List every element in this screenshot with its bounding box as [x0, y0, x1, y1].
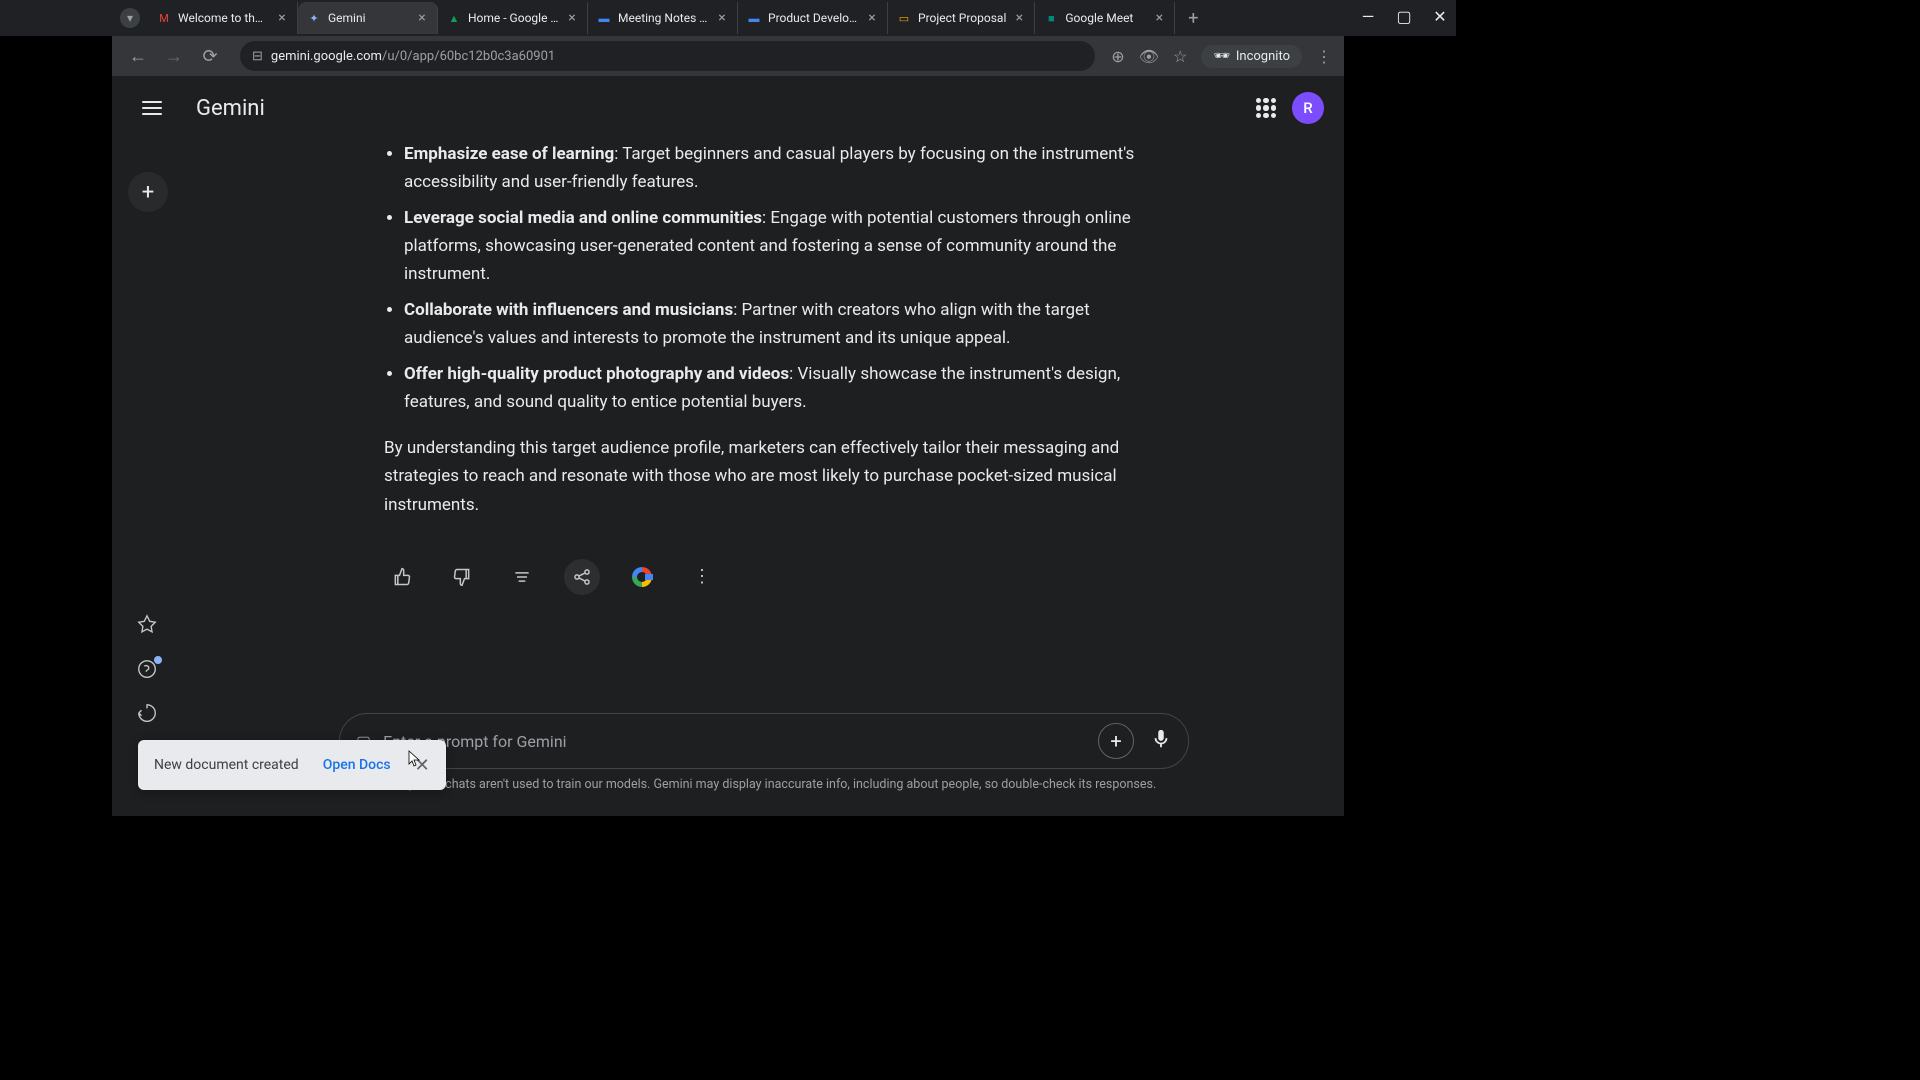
zoom-icon[interactable]: ⊕: [1111, 47, 1124, 66]
close-icon[interactable]: ×: [1012, 11, 1026, 25]
toast-close-button[interactable]: ✕: [415, 755, 430, 776]
tab-title: Home - Google Dri: [468, 11, 559, 25]
bullet-item: Offer high-quality product photography a…: [404, 360, 1144, 416]
close-icon[interactable]: ×: [1152, 11, 1166, 25]
browser-tab-strip: ▾ M Welcome to the Te × ✦ Gemini × ▲ Hom…: [0, 0, 1456, 36]
bookmark-icon[interactable]: ☆: [1173, 47, 1187, 66]
bullet-item: Collaborate with influencers and musicia…: [404, 296, 1144, 352]
response-text: Emphasize ease of learning: Target begin…: [384, 140, 1144, 595]
tab-title: Product Developm: [768, 11, 859, 25]
gemini-icon: ✦: [306, 10, 322, 26]
prompt-placeholder: Enter a prompt for Gemini: [383, 732, 1086, 751]
app-viewport: Gemini R + Emphasize ease of learning:: [112, 76, 1344, 816]
docs-icon: ▬: [596, 10, 612, 26]
meet-icon: ■: [1043, 10, 1059, 26]
tab-project-proposal[interactable]: ▭ Project Proposal ×: [888, 2, 1035, 34]
toast-notification: New document created Open Docs ✕: [138, 740, 446, 790]
activity-button[interactable]: [136, 702, 160, 726]
account-avatar[interactable]: R: [1292, 92, 1324, 124]
hamburger-icon: [142, 101, 162, 115]
new-chat-button[interactable]: +: [128, 172, 168, 212]
tab-title: Welcome to the Te: [178, 11, 269, 25]
thumbs-up-button[interactable]: [384, 559, 420, 595]
toast-message: New document created: [154, 757, 299, 773]
prompt-input[interactable]: ▢ Enter a prompt for Gemini +: [339, 713, 1189, 769]
google-apps-button[interactable]: [1256, 98, 1276, 118]
notification-dot: [154, 656, 162, 664]
add-attachment-button[interactable]: +: [1098, 723, 1134, 759]
tab-meeting-notes[interactable]: ▬ Meeting Notes - G ×: [588, 2, 738, 34]
new-tab-button[interactable]: +: [1179, 4, 1207, 32]
incognito-badge[interactable]: 🕶 Incognito: [1201, 45, 1302, 68]
forward-button[interactable]: →: [160, 42, 188, 70]
site-info-icon[interactable]: ⊟: [252, 49, 263, 64]
gem-manager-button[interactable]: [136, 614, 160, 638]
url-text: gemini.google.com/u/0/app/60bc12b0c3a609…: [271, 49, 555, 64]
incognito-icon: 🕶: [1213, 49, 1230, 64]
address-bar: ← → ⟳ ⊟ gemini.google.com/u/0/app/60bc12…: [112, 36, 1344, 76]
response-actions: ⋮: [384, 559, 1144, 595]
tracking-icon[interactable]: 👁: [1139, 47, 1159, 66]
gmail-icon: M: [156, 10, 172, 26]
more-icon: ⋮: [693, 562, 711, 592]
close-icon[interactable]: ×: [275, 11, 289, 25]
tab-google-meet[interactable]: ■ Google Meet ×: [1035, 2, 1175, 34]
close-icon[interactable]: ×: [865, 11, 879, 25]
share-button[interactable]: [564, 559, 600, 595]
docs-icon: ▬: [746, 10, 762, 26]
close-icon[interactable]: ×: [565, 11, 579, 25]
close-icon[interactable]: ×: [415, 11, 429, 25]
bullet-item: Emphasize ease of learning: Target begin…: [404, 140, 1144, 196]
close-icon[interactable]: ×: [715, 11, 729, 25]
tab-search-dropdown[interactable]: ▾: [120, 8, 140, 28]
more-options-button[interactable]: ⋮: [684, 559, 720, 595]
thumbs-down-button[interactable]: [444, 559, 480, 595]
google-icon: [632, 567, 652, 587]
tab-welcome[interactable]: M Welcome to the Te ×: [148, 2, 298, 34]
tab-title: Project Proposal: [918, 11, 1006, 25]
tab-title: Google Meet: [1065, 11, 1146, 25]
closing-paragraph: By understanding this target audience pr…: [384, 434, 1144, 518]
apps-grid-icon: [1256, 98, 1276, 118]
close-window-button[interactable]: ✕: [1432, 8, 1448, 24]
tab-gemini[interactable]: ✦ Gemini ×: [298, 2, 438, 34]
url-input[interactable]: ⊟ gemini.google.com/u/0/app/60bc12b0c3a6…: [240, 41, 1095, 71]
main-menu-button[interactable]: [132, 88, 172, 128]
slides-icon: ▭: [896, 10, 912, 26]
sidebar-bottom: [112, 614, 184, 726]
incognito-label: Incognito: [1236, 49, 1290, 64]
minimize-button[interactable]: —: [1360, 8, 1376, 24]
chat-content: Emphasize ease of learning: Target begin…: [184, 140, 1344, 696]
tab-product-dev[interactable]: ▬ Product Developm ×: [738, 2, 888, 34]
tab-title: Meeting Notes - G: [618, 11, 709, 25]
app-header: Gemini R: [112, 76, 1344, 140]
browser-menu-icon[interactable]: ⋮: [1316, 47, 1332, 66]
back-button[interactable]: ←: [124, 42, 152, 70]
tab-title: Gemini: [328, 11, 409, 25]
help-button[interactable]: [136, 658, 160, 682]
maximize-button[interactable]: ▢: [1396, 8, 1412, 24]
modify-response-button[interactable]: [504, 559, 540, 595]
tab-drive[interactable]: ▲ Home - Google Dri ×: [438, 2, 588, 34]
bullet-item: Leverage social media and online communi…: [404, 204, 1144, 288]
app-logo[interactable]: Gemini: [196, 96, 265, 121]
microphone-button[interactable]: [1150, 728, 1172, 754]
toast-open-docs-button[interactable]: Open Docs: [323, 757, 391, 773]
google-search-button[interactable]: [624, 559, 660, 595]
drive-icon: ▲: [446, 10, 462, 26]
window-controls: — ▢ ✕: [1360, 8, 1448, 24]
reload-button[interactable]: ⟳: [196, 42, 224, 70]
